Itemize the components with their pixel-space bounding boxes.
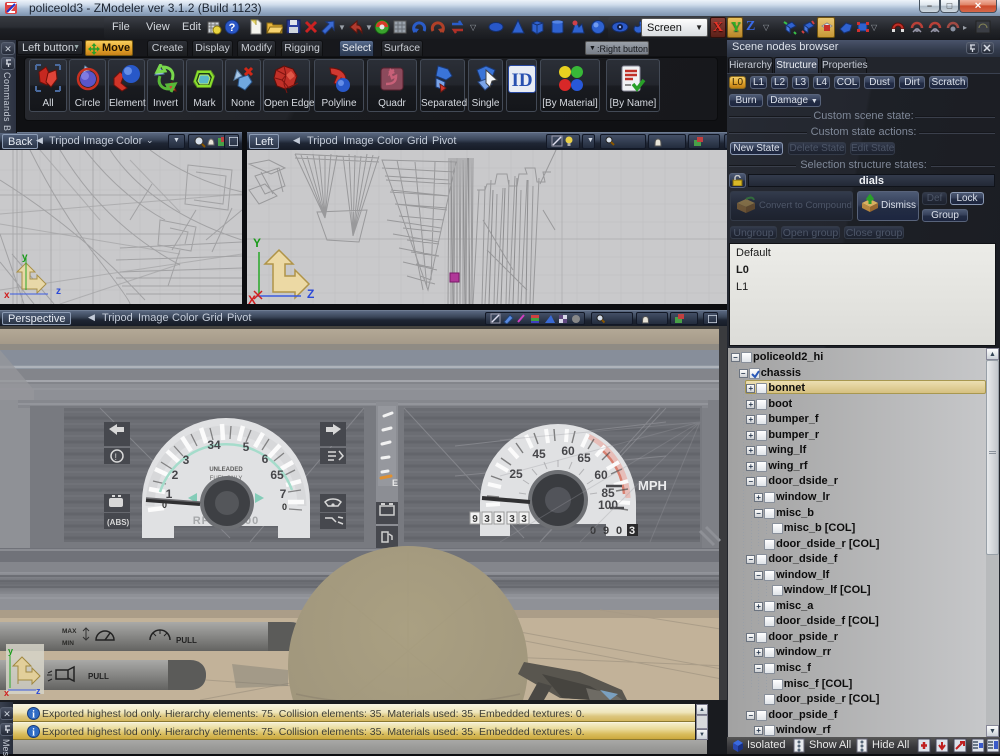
- svg-text:3: 3: [496, 514, 502, 525]
- svg-text:MAX: MAX: [62, 628, 77, 635]
- svg-text:z: z: [36, 686, 41, 696]
- svg-text:x: x: [4, 290, 10, 301]
- svg-text:9: 9: [603, 525, 609, 537]
- svg-text:60: 60: [594, 468, 608, 482]
- svg-text:0: 0: [282, 502, 287, 512]
- svg-text:MIN: MIN: [62, 640, 74, 647]
- svg-text:100: 100: [598, 498, 618, 512]
- svg-text:45: 45: [532, 447, 546, 461]
- svg-text:0: 0: [616, 525, 622, 537]
- svg-text:2: 2: [172, 468, 179, 482]
- svg-text:z: z: [56, 286, 61, 297]
- svg-text:9: 9: [472, 514, 478, 525]
- svg-text:0: 0: [162, 500, 167, 510]
- svg-text:i: i: [32, 728, 35, 739]
- svg-text:3: 3: [183, 453, 190, 467]
- svg-text:?: ?: [229, 22, 236, 34]
- svg-text:UNLEADED: UNLEADED: [209, 467, 243, 473]
- svg-text:E: E: [392, 478, 398, 488]
- svg-text:6: 6: [262, 452, 269, 466]
- svg-text:Z: Z: [307, 287, 314, 301]
- svg-text:34: 34: [207, 438, 221, 452]
- svg-text:i: i: [32, 710, 35, 721]
- svg-text:3: 3: [521, 514, 527, 525]
- svg-text:3: 3: [509, 514, 515, 525]
- svg-text:Y: Y: [253, 236, 261, 250]
- svg-text:5: 5: [243, 440, 250, 454]
- svg-text:3: 3: [629, 525, 635, 537]
- svg-text:3: 3: [484, 514, 490, 525]
- svg-text:(ABS): (ABS): [107, 518, 130, 527]
- svg-text:65: 65: [270, 468, 284, 482]
- svg-text:ID: ID: [511, 70, 532, 91]
- svg-text:7: 7: [280, 487, 287, 501]
- svg-text:y: y: [8, 646, 13, 656]
- svg-text:!: !: [115, 452, 118, 462]
- svg-text:y: y: [22, 252, 28, 263]
- svg-text:25: 25: [509, 467, 523, 481]
